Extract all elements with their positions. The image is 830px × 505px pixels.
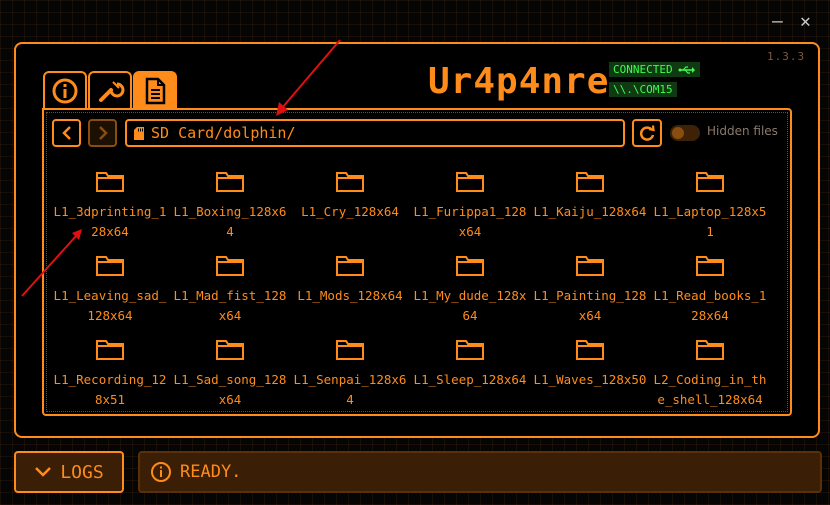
tab-tools[interactable]	[88, 71, 132, 109]
folder-icon	[336, 340, 364, 360]
folder-item[interactable]: L1_Furippa1_128x64	[410, 165, 530, 245]
folder-icon	[216, 256, 244, 276]
path-text: SD Card/dolphin/	[151, 124, 296, 142]
logs-label: LOGS	[60, 461, 104, 483]
folder-item[interactable]: L1_Mad_fist_128x64	[170, 249, 290, 329]
folder-icon	[696, 340, 724, 360]
folder-item[interactable]: L1_Cry_128x64	[290, 165, 410, 245]
folder-name: L1_Painting_128x64	[533, 288, 647, 323]
document-icon	[145, 77, 166, 105]
folder-icon	[336, 172, 364, 192]
folder-item[interactable]: L1_My_dude_128x64	[410, 249, 530, 329]
tab-info[interactable]	[43, 71, 87, 109]
sd-card-icon	[134, 126, 144, 140]
folder-item[interactable]: L1_Kaiju_128x64	[530, 165, 650, 245]
port-badge: \\.\COM15	[609, 82, 677, 97]
folder-name: L1_Furippa1_128x64	[413, 204, 527, 239]
folder-name: L1_Kaiju_128x64	[533, 204, 647, 219]
file-grid: L1_3dprinting_128x64 L1_Boxing_128x64 L1_C…	[50, 165, 784, 409]
folder-name: L1_Recording_128x51	[53, 372, 167, 407]
folder-name: L1_Sleep_128x64	[413, 372, 527, 387]
status-text: READY.	[180, 462, 242, 482]
folder-item[interactable]: L1_Waves_128x50	[530, 333, 650, 409]
chevron-right-icon	[98, 126, 108, 140]
folder-name: L1_Mods_128x64	[297, 288, 403, 303]
folder-item[interactable]: L1_Leaving_sad_128x64	[50, 249, 170, 329]
info-icon	[52, 78, 78, 104]
folder-name: L1_Waves_128x50	[533, 372, 647, 387]
app-logo: Ur4p4nre	[428, 61, 610, 102]
folder-name: L1_Mad_fist_128x64	[173, 288, 287, 323]
folder-icon	[96, 256, 124, 276]
logs-button[interactable]: LOGS	[14, 451, 124, 493]
folder-name: L1_Leaving_sad_128x64	[53, 288, 167, 323]
path-input[interactable]: SD Card/dolphin/	[125, 119, 625, 147]
folder-icon	[696, 172, 724, 192]
folder-icon	[456, 172, 484, 192]
folder-item[interactable]: L2_Coding_in_the_shell_128x64	[650, 333, 770, 409]
folder-name: L1_Senpai_128x64	[293, 372, 407, 407]
folder-icon	[456, 340, 484, 360]
close-button[interactable]: ✕	[800, 12, 811, 32]
hidden-files-label: Hidden files	[707, 124, 778, 138]
status-bar: READY.	[138, 451, 822, 493]
minimize-button[interactable]: —	[772, 12, 783, 32]
chevron-down-icon	[35, 467, 52, 477]
folder-item[interactable]: L1_Read_books_128x64	[650, 249, 770, 329]
folder-item[interactable]: L1_Sad_song_128x64	[170, 333, 290, 409]
folder-icon	[576, 172, 604, 192]
folder-item[interactable]: L1_Laptop_128x51	[650, 165, 770, 245]
folder-name: L1_3dprinting_128x64	[53, 204, 167, 239]
folder-item[interactable]: L1_Boxing_128x64	[170, 165, 290, 245]
folder-name: L1_Cry_128x64	[301, 204, 399, 219]
tab-files[interactable]	[133, 71, 177, 109]
folder-icon	[456, 256, 484, 276]
folder-item[interactable]: L1_Senpai_128x64	[290, 333, 410, 409]
folder-name: L1_Read_books_128x64	[653, 288, 767, 323]
info-icon	[151, 462, 171, 482]
folder-icon	[216, 340, 244, 360]
hidden-files-toggle[interactable]	[670, 125, 700, 141]
version-label: 1.3.3	[767, 50, 806, 63]
refresh-icon	[639, 125, 655, 141]
folder-item[interactable]: L1_3dprinting_128x64	[50, 165, 170, 245]
folder-item[interactable]: L1_Sleep_128x64	[410, 333, 530, 409]
forward-button[interactable]	[88, 119, 117, 147]
back-button[interactable]	[52, 119, 81, 147]
folder-icon	[336, 256, 364, 276]
folder-icon	[576, 256, 604, 276]
folder-item[interactable]: L1_Recording_128x51	[50, 333, 170, 409]
folder-item[interactable]: L1_Painting_128x64	[530, 249, 650, 329]
wrench-icon	[99, 81, 125, 102]
folder-name: L1_Boxing_128x64	[173, 204, 287, 239]
folder-icon	[216, 172, 244, 192]
folder-name: L2_Coding_in_the_shell_128x64	[653, 372, 767, 407]
folder-icon	[576, 340, 604, 360]
folder-name: L1_My_dude_128x64	[413, 288, 527, 323]
folder-item[interactable]: L1_Mods_128x64	[290, 249, 410, 329]
folder-name: L1_Laptop_128x51	[653, 204, 767, 239]
folder-icon	[96, 340, 124, 360]
folder-icon	[696, 256, 724, 276]
folder-name: L1_Sad_song_128x64	[173, 372, 287, 407]
connection-status-text: CONNECTED	[613, 63, 673, 76]
connection-status-badge: CONNECTED	[609, 62, 700, 77]
folder-icon	[96, 172, 124, 192]
usb-icon	[678, 65, 695, 74]
refresh-button[interactable]	[632, 119, 662, 147]
chevron-left-icon	[61, 126, 71, 140]
